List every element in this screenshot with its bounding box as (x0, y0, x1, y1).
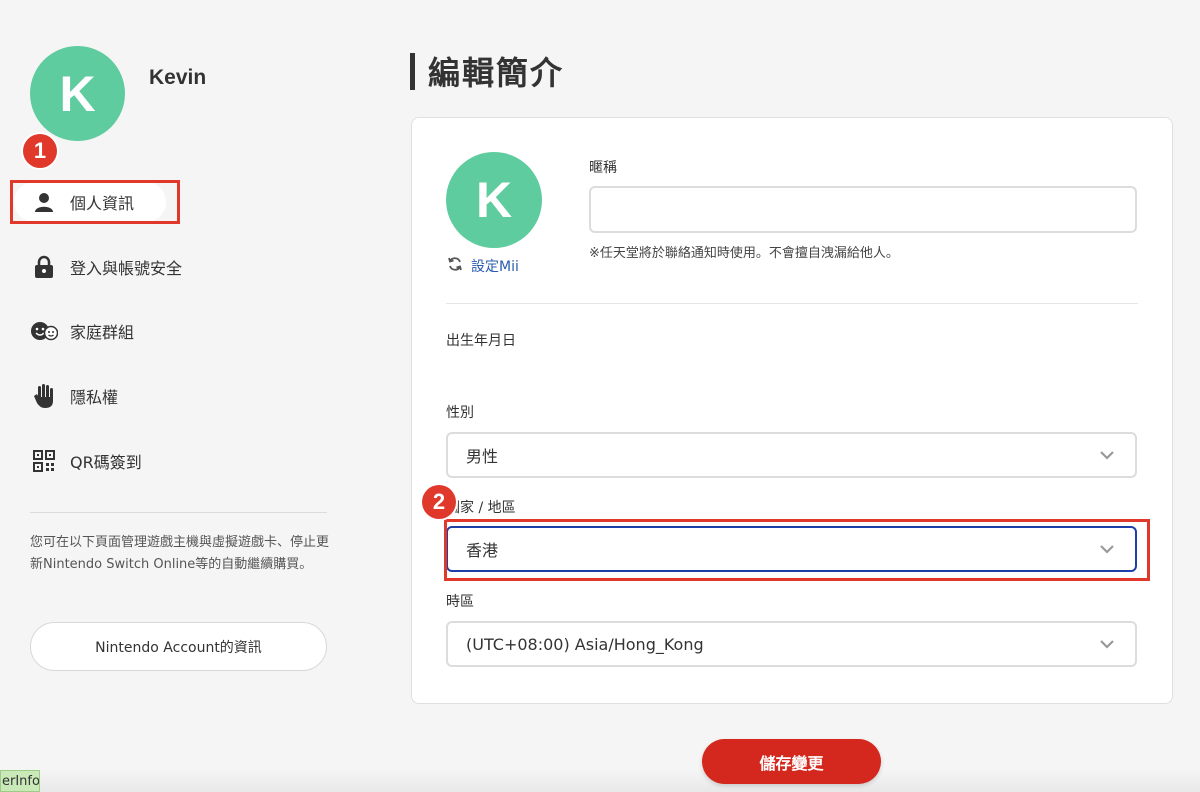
refresh-icon (447, 256, 463, 276)
sidebar-item-qr-checkin[interactable]: QR碼簽到 (30, 441, 330, 481)
qr-code-icon (30, 447, 58, 475)
gender-select[interactable]: 男性 (446, 432, 1137, 478)
sidebar-item-login-security[interactable]: 登入與帳號安全 (30, 247, 330, 287)
sidebar-item-personal-info[interactable]: 個人資訊 (30, 182, 330, 222)
set-mii-label: 設定Mii (471, 259, 519, 275)
gender-value: 男性 (466, 447, 499, 466)
corner-tag: erInfo (0, 770, 40, 792)
family-icon (30, 317, 58, 345)
nickname-input[interactable] (589, 186, 1137, 233)
birthday-label: 出生年月日 (446, 333, 516, 349)
timezone-select[interactable]: (UTC+08:00) Asia/Hong_Kong (446, 621, 1137, 667)
step-badge-2: 2 (422, 485, 456, 519)
step-badge-1: 1 (23, 134, 57, 168)
sidebar-divider (30, 512, 327, 513)
profile-avatar: K (446, 152, 542, 248)
timezone-label: 時區 (446, 594, 474, 610)
sidebar-item-label: 家庭群組 (70, 323, 135, 342)
country-label: 國家 / 地區 (446, 500, 516, 516)
sidebar-item-label: 登入與帳號安全 (70, 259, 183, 278)
chevron-down-icon (1100, 640, 1114, 649)
person-icon (30, 188, 58, 216)
save-changes-button[interactable]: 儲存變更 (702, 739, 881, 784)
bottom-fade (0, 770, 1200, 792)
sidebar-item-family-group[interactable]: 家庭群組 (30, 311, 330, 351)
gender-label: 性別 (446, 405, 474, 421)
highlight-box-country (444, 519, 1150, 581)
sidebar-item-privacy[interactable]: 隱私權 (30, 376, 330, 416)
avatar-initial: K (59, 65, 96, 122)
nickname-label: 暱稱 (589, 160, 617, 176)
user-avatar: K (30, 46, 125, 141)
sidebar-item-label: 個人資訊 (70, 194, 135, 213)
hand-icon (30, 382, 58, 410)
chevron-down-icon (1100, 451, 1114, 460)
card-divider (446, 303, 1138, 304)
avatar-initial: K (475, 172, 513, 228)
user-name: Kevin (149, 66, 207, 89)
nickname-hint: ※任天堂將於聯絡通知時使用。不會擅自洩漏給他人。 (589, 246, 899, 261)
timezone-value: (UTC+08:00) Asia/Hong_Kong (466, 634, 704, 654)
set-mii-link[interactable]: 設定Mii (447, 256, 519, 276)
title-accent-bar (410, 53, 415, 90)
lock-icon (30, 253, 58, 281)
sidebar-item-label: QR碼簽到 (70, 453, 142, 472)
nintendo-account-info-button[interactable]: Nintendo Account的資訊 (30, 622, 327, 671)
sidebar-item-label: 隱私權 (70, 388, 119, 407)
page-title: 編輯簡介 (428, 54, 565, 92)
sidebar-note: 您可在以下頁面管理遊戲主機與虛擬遊戲卡、停止更新Nintendo Switch … (30, 535, 330, 572)
